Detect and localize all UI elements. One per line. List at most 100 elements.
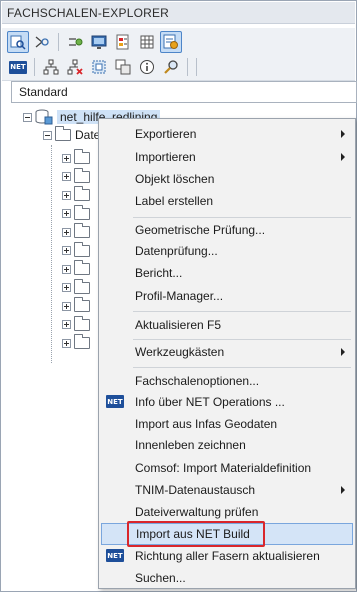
menu-item-label: Profil-Manager... xyxy=(135,289,224,303)
folder-icon xyxy=(74,167,90,183)
tree-folder-node[interactable] xyxy=(62,186,90,204)
folder-icon xyxy=(74,223,90,238)
select-icon[interactable] xyxy=(88,56,110,78)
display-icon[interactable] xyxy=(7,30,29,53)
folder-icon xyxy=(74,241,90,257)
menu-item-exportieren[interactable]: Exportieren xyxy=(101,123,353,145)
collapse-icon[interactable] xyxy=(43,130,52,140)
grid-icon[interactable] xyxy=(136,31,158,53)
menu-item-label: Suchen... xyxy=(135,571,186,585)
expand-icon[interactable] xyxy=(62,190,71,200)
toolbar-row-2: NET xyxy=(2,54,355,81)
expand-icon[interactable] xyxy=(62,320,71,329)
hierarchy-delete-icon[interactable] xyxy=(64,56,86,78)
toolbar-separator xyxy=(34,58,35,76)
expand-icon[interactable] xyxy=(62,209,71,218)
fachschalen-explorer-panel: FACHSCHALEN-EXPLORER NET Standard net_hi… xyxy=(0,0,357,592)
expand-icon[interactable] xyxy=(62,227,71,237)
toolbar-separator xyxy=(196,58,197,76)
expand-icon[interactable] xyxy=(62,301,71,311)
hierarchy-icon[interactable] xyxy=(40,56,62,78)
menu-item-label: Exportieren xyxy=(135,127,197,141)
tree-folder-node[interactable] xyxy=(62,223,90,241)
submenu-arrow-icon xyxy=(341,130,345,138)
menu-item-comsof-import[interactable]: Comsof: Import Materialdefinition xyxy=(101,457,353,479)
menu-separator xyxy=(133,367,351,368)
expand-icon[interactable] xyxy=(62,338,71,348)
menu-item-suchen[interactable]: Suchen... xyxy=(101,567,353,589)
expand-icon[interactable] xyxy=(62,264,71,274)
folder-icon xyxy=(74,204,90,220)
menu-item-dateiverwaltung-pruefen[interactable]: Dateiverwaltung prüfen xyxy=(101,501,353,523)
folder-icon xyxy=(74,186,90,201)
menu-item-label: Objekt löschen xyxy=(135,172,215,186)
tree-folder-node[interactable] xyxy=(62,241,90,260)
menu-separator xyxy=(133,311,351,312)
menu-item-label: Label erstellen xyxy=(135,194,214,208)
folder-icon xyxy=(74,149,90,164)
explorer-icon[interactable] xyxy=(160,30,182,53)
menu-item-innenleben-zeichnen[interactable]: Innenleben zeichnen xyxy=(101,434,353,456)
menu-item-datenpruefung[interactable]: Datenprüfung... xyxy=(101,240,353,262)
expand-icon[interactable] xyxy=(62,172,71,181)
folder-icon xyxy=(74,278,90,294)
tree-folder-node[interactable] xyxy=(62,334,90,352)
settings-icon[interactable] xyxy=(64,31,86,53)
expand-icon[interactable] xyxy=(62,283,71,292)
menu-item-werkzeugkaesten[interactable]: Werkzeugkästen xyxy=(101,341,353,363)
menu-item-aktualisieren[interactable]: Aktualisieren F5 xyxy=(101,314,353,336)
filter-dropdown-value: Standard xyxy=(19,85,68,99)
tree-folder-node[interactable] xyxy=(62,315,90,334)
expand-icon[interactable] xyxy=(62,153,71,163)
monitor-icon[interactable] xyxy=(88,31,110,53)
collapse-icon[interactable] xyxy=(23,112,32,122)
tree-folder-node[interactable] xyxy=(62,204,90,223)
copy-icon[interactable] xyxy=(112,56,134,78)
highlight-annotation-box xyxy=(127,521,265,547)
folder-icon xyxy=(74,260,90,275)
menu-separator xyxy=(133,339,351,340)
menu-item-objekt-loeschen[interactable]: Objekt löschen xyxy=(101,168,353,190)
menu-item-import-infas-geodaten[interactable]: Import aus Infas Geodaten xyxy=(101,413,353,435)
menu-item-label: Werkzeugkästen xyxy=(135,345,225,359)
menu-item-label-erstellen[interactable]: Label erstellen xyxy=(101,190,353,212)
menu-item-info-net-operations[interactable]: NET Info über NET Operations ... xyxy=(101,391,353,413)
tree-folder-node[interactable] xyxy=(62,260,90,278)
menu-item-geometrische-pruefung[interactable]: Geometrische Prüfung... xyxy=(101,219,353,241)
menu-item-bericht[interactable]: Bericht... xyxy=(101,262,353,284)
expand-icon[interactable] xyxy=(62,246,71,255)
database-icon xyxy=(35,109,53,125)
context-menu: Exportieren Importieren Objekt löschen L… xyxy=(98,118,356,589)
menu-item-tnim-datenaustausch[interactable]: TNIM-Datenaustausch xyxy=(101,479,353,501)
menu-separator xyxy=(133,217,351,218)
menu-item-label: Innenleben zeichnen xyxy=(135,438,246,452)
tree-folder-node[interactable] xyxy=(62,297,90,315)
net-logo-icon: NET xyxy=(106,395,124,408)
menu-item-label: Dateiverwaltung prüfen xyxy=(135,505,259,519)
tree-folder-node[interactable] xyxy=(62,167,90,186)
tree-folder-node[interactable] xyxy=(62,149,90,167)
menu-item-profil-manager[interactable]: Profil-Manager... xyxy=(101,285,353,307)
search-icon[interactable] xyxy=(160,56,182,78)
submenu-arrow-icon xyxy=(341,153,345,161)
panel-title: FACHSCHALEN-EXPLORER xyxy=(2,2,355,24)
toolbar-separator xyxy=(187,58,188,76)
info-icon[interactable] xyxy=(136,56,158,78)
menu-item-label: Geometrische Prüfung... xyxy=(135,223,266,237)
toolbar-separator xyxy=(58,32,59,51)
folder-icon xyxy=(74,297,90,312)
menu-item-import-net-build[interactable]: Import aus NET Build xyxy=(101,521,353,547)
folder-icon xyxy=(74,315,90,331)
properties-icon[interactable] xyxy=(112,31,134,53)
tree-child-label: Date xyxy=(75,128,101,142)
menu-item-richtung-fasern[interactable]: NET Richtung aller Fasern aktualisieren xyxy=(101,545,353,567)
tree-folder-node[interactable] xyxy=(62,278,90,297)
net-operations-button[interactable]: NET xyxy=(7,56,29,78)
navigate-icon[interactable] xyxy=(31,31,53,53)
filter-dropdown[interactable]: Standard xyxy=(11,81,357,103)
menu-item-label: Import aus Infas Geodaten xyxy=(135,417,278,431)
menu-item-importieren[interactable]: Importieren xyxy=(101,146,353,168)
tree-child-node[interactable]: Date xyxy=(43,126,100,144)
menu-item-fachschalenoptionen[interactable]: Fachschalenoptionen... xyxy=(101,370,353,392)
folder-icon xyxy=(74,334,90,349)
